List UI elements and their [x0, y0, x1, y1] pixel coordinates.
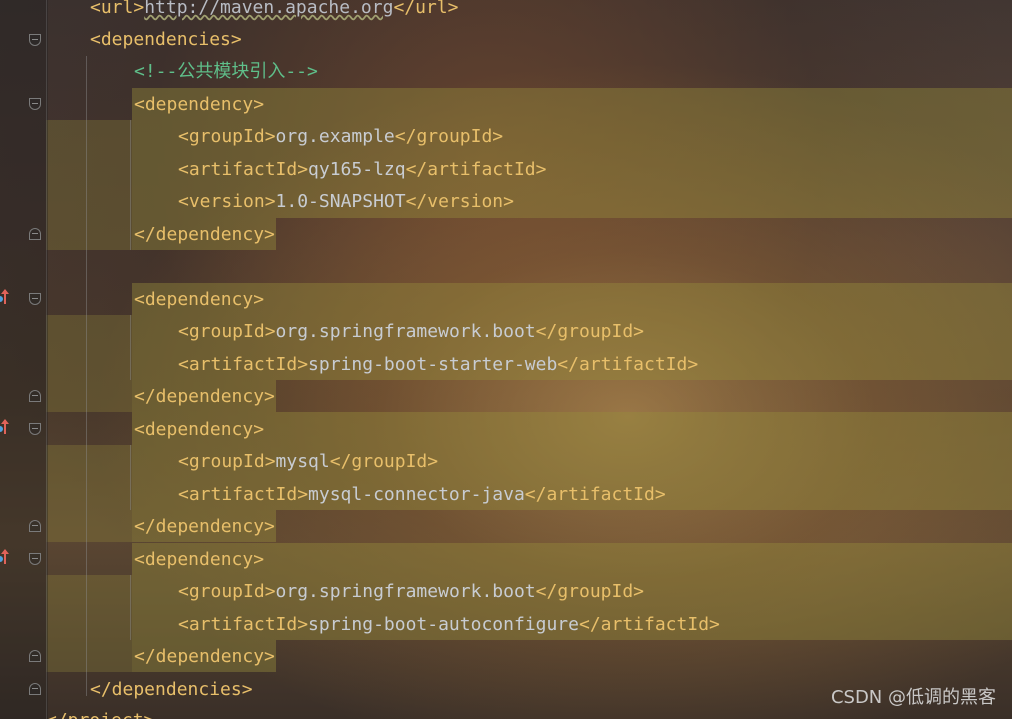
vcs-change-marker-icon[interactable] [0, 289, 9, 307]
code-line[interactable]: <groupId>mysql</groupId> [178, 446, 438, 478]
xml-open-tag: <artifactId> [178, 354, 309, 375]
xml-close-tag: </groupId> [394, 126, 504, 147]
xml-value: 1.0-SNAPSHOT [275, 191, 406, 212]
xml-open-tag: <artifactId> [178, 484, 309, 505]
code-line[interactable]: <groupId>org.springframework.boot</group… [178, 576, 644, 608]
highlight-block [46, 315, 132, 412]
indent-guide [86, 56, 87, 696]
xml-tag: <dependency> [134, 94, 265, 115]
xml-open-tag: <version> [178, 191, 276, 212]
highlight-block [46, 575, 132, 672]
code-line[interactable]: <dependency> [134, 414, 264, 446]
code-line[interactable]: </dependency> [134, 219, 275, 251]
xml-tag: <dependencies> [90, 29, 242, 50]
xml-open-tag: <groupId> [178, 126, 276, 147]
xml-close-tag: </groupId> [535, 581, 645, 602]
indent-guide [130, 575, 131, 640]
code-line[interactable]: <groupId>org.example</groupId> [178, 121, 503, 153]
xml-value: org.example [275, 126, 395, 147]
vcs-change-marker-icon[interactable] [0, 549, 9, 567]
code-line[interactable]: <!--公共模块引入--> [134, 56, 318, 88]
code-editor[interactable]: <url>http://maven.apache.org</url> <depe… [0, 0, 1012, 719]
editor-gutter [0, 0, 48, 719]
highlight-block [46, 120, 132, 250]
xml-tag: </dependencies> [90, 679, 253, 700]
xml-open-tag: <artifactId> [178, 159, 309, 180]
xml-close-tag: </artifactId> [524, 484, 666, 505]
fold-toggle-icon[interactable] [29, 423, 41, 435]
indent-guide [130, 120, 131, 250]
vcs-change-marker-icon[interactable] [0, 419, 9, 437]
fold-toggle-icon[interactable] [29, 390, 41, 402]
xml-open-tag: <groupId> [178, 321, 276, 342]
url-link[interactable]: http://maven.apache.org [144, 0, 393, 18]
fold-toggle-icon[interactable] [29, 683, 41, 695]
xml-value: org.springframework.boot [275, 321, 536, 342]
xml-tag: </dependency> [134, 516, 275, 537]
xml-close-tag: </url> [393, 0, 459, 18]
code-line[interactable]: </dependency> [134, 511, 275, 543]
xml-value: spring-boot-starter-web [308, 354, 558, 375]
code-line[interactable]: </dependency> [134, 641, 275, 673]
fold-toggle-icon[interactable] [29, 553, 41, 565]
code-line[interactable]: <groupId>org.springframework.boot</group… [178, 316, 644, 348]
gutter-divider [46, 0, 47, 719]
xml-close-tag: </artifactId> [557, 354, 699, 375]
xml-close-tag: </artifactId> [578, 614, 720, 635]
xml-tag: </dependency> [134, 646, 275, 667]
indent-guide [130, 445, 131, 510]
xml-tag: <dependency> [134, 419, 265, 440]
fold-toggle-icon[interactable] [29, 293, 41, 305]
xml-value: org.springframework.boot [275, 581, 536, 602]
xml-value: mysql-connector-java [308, 484, 525, 505]
xml-value: spring-boot-autoconfigure [308, 614, 579, 635]
xml-value: mysql [275, 451, 330, 472]
xml-close-tag: </version> [405, 191, 514, 212]
code-line[interactable]: <artifactId>mysql-connector-java</artifa… [178, 479, 666, 511]
code-line[interactable]: </dependency> [134, 381, 275, 413]
fold-toggle-icon[interactable] [29, 650, 41, 662]
xml-close-tag: </groupId> [535, 321, 645, 342]
code-line[interactable]: </dependencies> [90, 674, 253, 706]
watermark: CSDN @低调的黑客 [830, 687, 996, 708]
fold-toggle-icon[interactable] [29, 520, 41, 532]
code-line[interactable]: <artifactId>spring-boot-autoconfigure</a… [178, 609, 720, 641]
xml-value: qy165-lzq [308, 159, 406, 180]
code-line[interactable]: </project> [46, 705, 154, 719]
xml-tag: </dependency> [134, 224, 275, 245]
xml-close-tag: </groupId> [329, 451, 439, 472]
xml-close-tag: </artifactId> [405, 159, 547, 180]
xml-tag: </project> [46, 710, 154, 719]
fold-toggle-icon[interactable] [29, 98, 41, 110]
xml-comment: <!--公共模块引入--> [134, 61, 318, 82]
xml-open-tag: <artifactId> [178, 614, 309, 635]
highlight-block [46, 445, 132, 542]
code-line[interactable]: <dependency> [134, 89, 264, 121]
xml-open-tag: <groupId> [178, 451, 276, 472]
xml-tag: </dependency> [134, 386, 275, 407]
code-line[interactable]: <dependency> [134, 544, 264, 576]
xml-tag: <dependency> [134, 549, 265, 570]
xml-open-tag: <url> [90, 0, 145, 18]
xml-open-tag: <groupId> [178, 581, 276, 602]
fold-toggle-icon[interactable] [29, 228, 41, 240]
code-line[interactable]: <artifactId>qy165-lzq</artifactId> [178, 154, 546, 186]
code-line[interactable]: <dependencies> [90, 24, 242, 56]
xml-tag: <dependency> [134, 289, 265, 310]
code-line[interactable]: <artifactId>spring-boot-starter-web</art… [178, 349, 698, 381]
code-line[interactable]: <dependency> [134, 284, 264, 316]
code-line[interactable]: <url>http://maven.apache.org</url> [90, 0, 458, 24]
fold-toggle-icon[interactable] [29, 34, 41, 46]
indent-guide [130, 315, 131, 380]
code-line[interactable]: <version>1.0-SNAPSHOT</version> [178, 186, 514, 218]
